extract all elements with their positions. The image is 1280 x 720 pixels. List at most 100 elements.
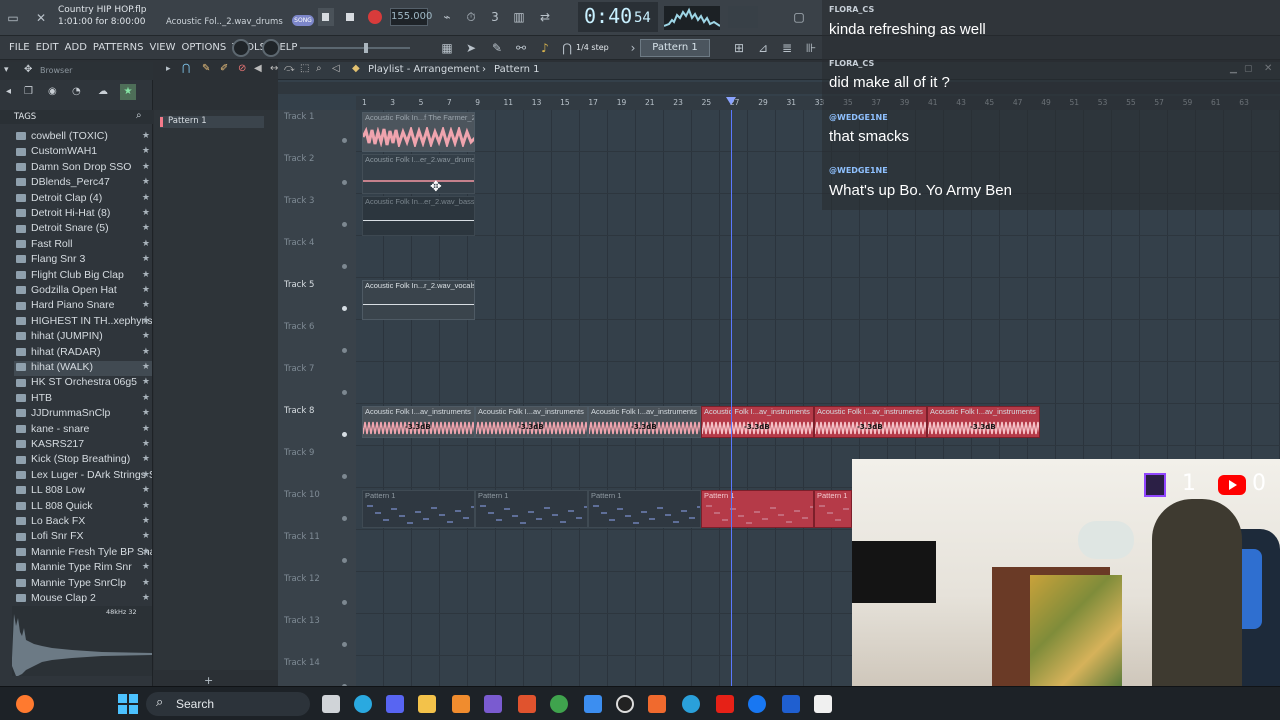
browser-item[interactable]: Mannie Type SnrClp ★ [14, 577, 152, 592]
browser-item[interactable]: Kick (Stop Breathing) ★ [14, 453, 152, 468]
pause-button[interactable] [342, 8, 358, 26]
track-lane[interactable] [356, 320, 1280, 362]
star-icon[interactable]: ★ [142, 176, 150, 187]
copy-icon[interactable]: ❐ [24, 86, 33, 97]
pencil-icon[interactable]: ✎ [488, 39, 506, 57]
track-mute-indicator[interactable] [342, 516, 347, 521]
track-label[interactable]: Track 3 [284, 196, 314, 206]
close-icon[interactable]: ✕ [32, 9, 50, 27]
audio-clip-track2[interactable]: Acoustic Folk I...er_2.wav_drums [362, 154, 475, 194]
pinned-app-icon[interactable] [16, 695, 34, 713]
taskbar-search[interactable]: ⌕ Search [146, 692, 310, 716]
audio-clip-track8[interactable]: Acoustic Folk I...av_instruments -3.3dB [701, 406, 814, 438]
blend-icon[interactable]: ▥ [510, 8, 528, 26]
speaker-icon[interactable]: ◁ [332, 63, 340, 74]
track-mute-indicator[interactable] [342, 348, 347, 353]
magnet-icon[interactable]: ⋂ [558, 39, 576, 57]
star-icon[interactable]: ★ [142, 423, 150, 434]
magnet-icon[interactable]: ⋂ [182, 63, 190, 74]
track-mute-indicator[interactable] [342, 180, 347, 185]
audio-clip-track8[interactable]: Acoustic Folk I...av_instruments -3.3dB [588, 406, 701, 438]
file-explorer-icon[interactable] [418, 695, 436, 713]
menu-options[interactable]: OPTIONS [179, 36, 230, 60]
track-label[interactable]: Track 7 [284, 364, 314, 374]
cloud-icon[interactable]: ☁ [98, 86, 108, 97]
obs-icon[interactable] [616, 695, 634, 713]
track-lane[interactable] [356, 362, 1280, 404]
speaker-icon[interactable]: ◔ [72, 86, 81, 97]
track-mute-indicator[interactable] [342, 600, 347, 605]
tempo-display[interactable]: 155.000 [390, 8, 432, 26]
browser-item[interactable]: hihat (RADAR) ★ [14, 346, 152, 361]
browser-item[interactable]: Detroit Hi-Hat (8) ★ [14, 207, 152, 222]
browser-item[interactable]: kane - snare ★ [14, 423, 152, 438]
browser-item[interactable]: Lofi Snr FX ★ [14, 530, 152, 545]
pattern-clip-track10[interactable]: Pattern 1 [814, 490, 852, 528]
slice-icon[interactable]: ⤼ [284, 63, 295, 74]
track-label[interactable]: Track 2 [284, 154, 314, 164]
track-label[interactable]: Track 1 [284, 112, 314, 122]
star-icon[interactable]: ★ [142, 361, 150, 372]
track-label[interactable]: Track 6 [284, 322, 314, 332]
track-label[interactable]: Track 10 [284, 490, 320, 500]
browser-item[interactable]: HK ST Orchestra 06g5 ★ [14, 376, 152, 391]
pattern-select[interactable]: Pattern 1 [640, 39, 710, 57]
slip-icon[interactable]: ↔ [270, 63, 278, 74]
star-icon[interactable]: ★ [142, 546, 150, 557]
arrow-right-icon[interactable]: ➤ [462, 39, 480, 57]
snap-select[interactable]: 1/4 step [576, 40, 624, 56]
menu-add[interactable]: ADD [62, 36, 90, 60]
track-mute-indicator[interactable] [342, 138, 347, 143]
track-label[interactable]: Track 13 [284, 616, 320, 626]
song-mode-toggle[interactable]: SONG [292, 15, 314, 26]
star-icon[interactable]: ★ [142, 284, 150, 295]
star-icon[interactable]: ★ [142, 207, 150, 218]
star-icon[interactable]: ★ [142, 315, 150, 326]
mixer-icon[interactable]: ⊞ [730, 39, 748, 57]
browser-item[interactable]: Damn Son Drop SSO ★ [14, 161, 152, 176]
browser-item[interactable]: LL 808 Low ★ [14, 484, 152, 499]
star-icon[interactable]: ★ [142, 145, 150, 156]
app-icon[interactable] [518, 695, 536, 713]
paint-icon[interactable]: ✐ [220, 63, 228, 74]
facebook-icon[interactable] [748, 695, 766, 713]
task-view-icon[interactable] [322, 695, 340, 713]
fl-studio-icon[interactable] [452, 695, 470, 713]
star-icon[interactable]: ★ [120, 84, 136, 100]
browser-item[interactable]: Hard Piano Snare ★ [14, 299, 152, 314]
browser-item[interactable]: KASRS217 ★ [14, 438, 152, 453]
zoom-icon[interactable]: ⌕ [316, 63, 322, 74]
browser-item[interactable]: Mannie Fresh Tyle BP Snare ★ [14, 546, 152, 561]
pattern-clip-track10[interactable]: Pattern 1 [362, 490, 475, 528]
browser-item[interactable]: JJDrummaSnClp ★ [14, 407, 152, 422]
browser-item[interactable]: DBlends_Perc47 ★ [14, 176, 152, 191]
arrow-left-icon[interactable]: ◂ [6, 86, 11, 97]
star-icon[interactable]: ★ [142, 577, 150, 588]
plugin-icon[interactable]: ⊪ [802, 39, 820, 57]
bell-icon[interactable]: ♪ [536, 39, 554, 57]
playlist-icon[interactable]: ▦ [438, 39, 456, 57]
star-icon[interactable]: ★ [142, 453, 150, 464]
browser-item[interactable]: cowbell (TOXIC) ★ [14, 130, 152, 145]
star-icon[interactable]: ★ [142, 530, 150, 541]
track-label[interactable]: Track 14 [284, 658, 320, 668]
record-button[interactable] [368, 10, 382, 24]
browser-item[interactable]: LL 808 Quick ★ [14, 500, 152, 515]
star-icon[interactable]: ★ [142, 561, 150, 572]
track-label[interactable]: Track 5 [284, 280, 314, 290]
star-icon[interactable]: ★ [142, 130, 150, 141]
menu-view[interactable]: VIEW [147, 36, 179, 60]
track-mute-indicator[interactable] [342, 264, 347, 269]
track-label[interactable]: Track 8 [284, 406, 314, 416]
browser-item[interactable]: HTB ★ [14, 392, 152, 407]
windows-start-icon[interactable] [118, 694, 138, 714]
browser-item[interactable]: Lex Luger - DArk Strings STC★ [14, 469, 152, 484]
browser-item[interactable]: Flight Club Big Clap ★ [14, 269, 152, 284]
star-icon[interactable]: ★ [142, 392, 150, 403]
arrow-right-icon[interactable]: ▸ [166, 64, 171, 74]
track-lane[interactable] [356, 278, 1280, 320]
browser-item[interactable]: Detroit Snare (5) ★ [14, 222, 152, 237]
telegram-icon[interactable] [682, 695, 700, 713]
track-lane[interactable] [356, 236, 1280, 278]
star-icon[interactable]: ★ [142, 346, 150, 357]
